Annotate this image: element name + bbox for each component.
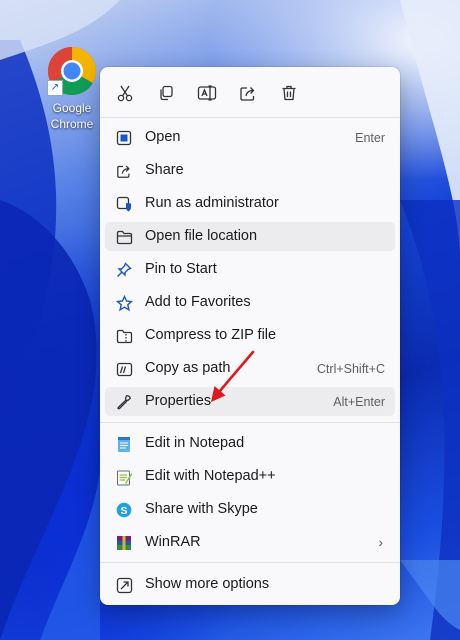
context-menu: Open Enter Share Run as administrator Op… [100,67,400,605]
trash-icon [282,85,296,101]
menu-item-show-more-options[interactable]: Show more options [105,570,395,599]
menu-item-share[interactable]: Share [105,156,395,185]
menu-item-shortcut: Alt+Enter [333,395,385,409]
menu-item-winrar[interactable]: WinRAR › [105,528,395,557]
more-options-icon [115,576,133,594]
menu-item-label: Copy as path [145,360,231,376]
menu-item-label: Compress to ZIP file [145,327,277,343]
menu-item-label: Pin to Start [145,261,217,277]
menu-item-compress-to-zip-file[interactable]: Compress to ZIP file [105,321,395,350]
menu-item-label: Show more options [145,576,270,592]
scissors-icon [117,85,133,102]
menu-item-label: Edit with Notepad++ [145,468,276,484]
menu-item-edit-in-notepad[interactable]: Edit in Notepad [105,429,395,458]
menu-item-label: Share [145,162,184,178]
copy-icon [160,85,173,101]
menu-item-add-to-favorites[interactable]: Add to Favorites [105,288,395,317]
pin-icon [115,261,133,279]
wrench-icon [115,393,133,411]
desktop-shortcut-google-chrome[interactable]: ↗ Google Chrome [38,46,106,132]
share-icon [115,162,133,180]
menu-item-label: Add to Favorites [145,294,251,310]
menu-item-shortcut: Enter [355,131,385,145]
open-window-icon [115,129,133,147]
cut-button[interactable] [110,79,140,107]
menu-item-shortcut: Ctrl+Shift+C [316,362,385,376]
rename-button[interactable] [192,79,222,107]
menu-item-label: WinRAR [145,534,201,550]
menu-item-share-with-skype[interactable]: S Share with Skype [105,495,395,524]
zip-folder-icon [115,327,133,345]
menu-item-pin-to-start[interactable]: Pin to Start [105,255,395,284]
star-icon [115,294,133,312]
menu-item-label: Edit in Notepad [145,435,245,451]
menu-item-label: Properties [145,393,212,409]
rename-icon [197,85,217,101]
winrar-icon [115,534,133,552]
delete-button[interactable] [274,79,304,107]
share-button[interactable] [233,79,263,107]
skype-icon: S [115,501,133,519]
notepad-plus-plus-icon [115,468,133,486]
share-icon [240,87,255,101]
menu-item-copy-as-path[interactable]: Copy as path Ctrl+Shift+C [105,354,395,383]
menu-item-run-as-administrator[interactable]: Run as administrator [105,189,395,218]
menu-item-open-file-location[interactable]: Open file location [105,222,395,251]
menu-separator [100,422,400,423]
menu-separator [100,562,400,563]
chevron-right-icon: › [378,534,383,550]
admin-shield-icon [115,195,133,213]
copy-path-icon [115,360,133,378]
folder-icon [115,228,133,246]
notepad-icon [115,435,133,453]
context-menu-toolbar [100,67,400,117]
menu-item-label: Open [145,129,181,145]
menu-item-label: Open file location [145,228,258,244]
menu-item-label: Run as administrator [145,195,279,211]
menu-item-properties[interactable]: Properties Alt+Enter [105,387,395,416]
svg-text:S: S [120,505,127,517]
google-chrome-icon: ↗ [47,46,97,96]
toolbar-separator [100,117,400,118]
menu-item-label: Share with Skype [145,501,258,517]
menu-item-open[interactable]: Open Enter [105,123,395,152]
copy-button[interactable] [151,79,181,107]
menu-item-edit-with-notepad-plus-plus[interactable]: Edit with Notepad++ [105,462,395,491]
desktop-icon-label: Google Chrome [50,101,94,131]
shortcut-arrow-icon: ↗ [47,80,63,96]
